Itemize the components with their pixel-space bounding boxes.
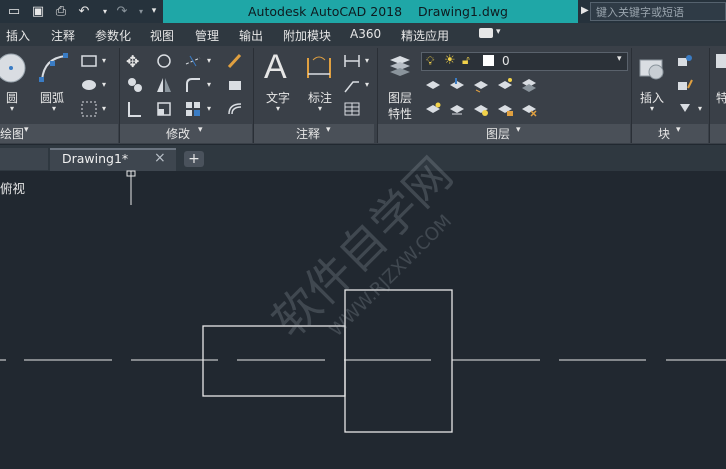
ucs-cursor-marker	[126, 170, 136, 205]
watermark: 软件自学网 WWW.RJZXW.COM	[262, 150, 463, 348]
